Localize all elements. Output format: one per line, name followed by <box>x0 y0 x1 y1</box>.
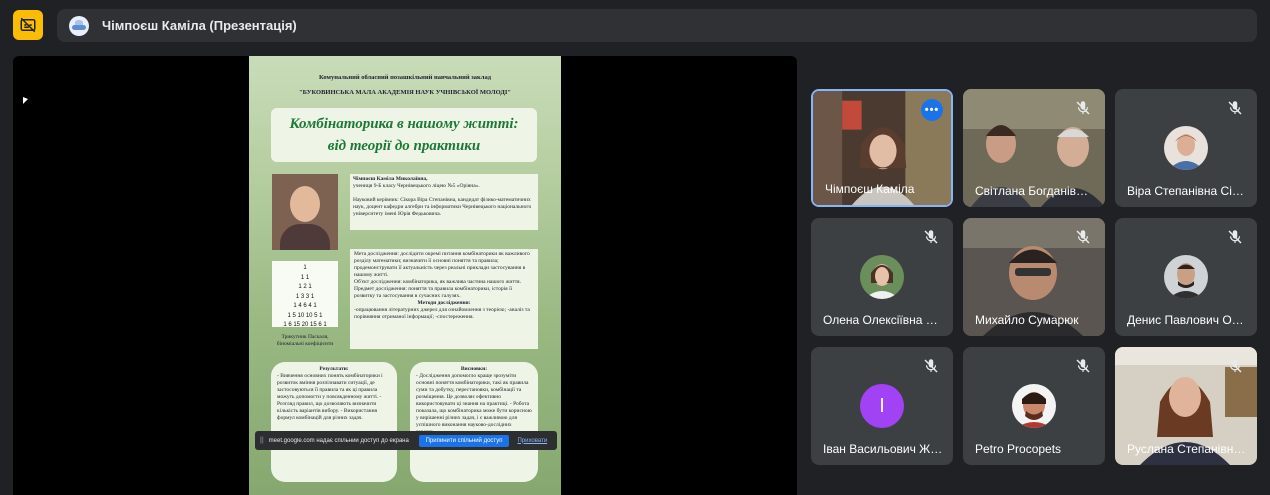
mic-off-icon <box>1228 359 1242 373</box>
results-heading: Результати: <box>319 366 349 372</box>
research-goal: Мета дослідження: дослідити окремі питан… <box>354 251 530 278</box>
mouse-cursor-icon <box>23 97 28 104</box>
participant-name: Михайло Сумарюк <box>975 313 1079 327</box>
participant-avatar <box>860 255 904 299</box>
presentation-title-bar: Чімпоєш Каміла (Презентація) <box>57 9 1257 42</box>
pascal-row: 1 6 15 20 15 6 1 <box>283 322 327 328</box>
hide-share-bar-link[interactable]: Приховати <box>517 438 547 444</box>
captions-off-button[interactable] <box>13 10 43 40</box>
slide-conclusions-box: Висновки: - Дослідження допомогло краще … <box>410 362 538 482</box>
mic-off-icon <box>1076 230 1090 244</box>
captions-off-icon <box>20 17 36 33</box>
participant-name: Petro Procopets <box>975 442 1062 456</box>
research-subject: Предмет дослідження: поняття та правила … <box>354 286 513 299</box>
slide-academy: "БУКОВИНСЬКА МАЛА АКАДЕМІЯ НАУК УЧНІВСЬК… <box>299 89 511 96</box>
shared-slide: Комунальний обласний позашкільний навчал… <box>249 56 561 495</box>
participant-tile[interactable]: І Іван Васильович Ж… <box>811 347 953 465</box>
top-bar: Чімпоєш Каміла (Презентація) <box>0 0 1270 50</box>
participant-avatar <box>1164 255 1208 299</box>
results-text: - Вивчення основних понять комбінаторики… <box>277 373 383 421</box>
participant-name: Руслана Степанівн… <box>1127 442 1246 456</box>
pascal-row: 1 2 1 <box>298 284 312 290</box>
participant-name: Чімпоєш Каміла <box>825 182 915 196</box>
pascal-caption: Трикутник Паскаля, біноміальні коефіцієн… <box>276 334 334 347</box>
mic-off-icon <box>924 359 938 373</box>
research-object: Об'єкт дослідження: комбінаторика, як ва… <box>354 279 521 285</box>
slide-school: Комунальний обласний позашкільний навчал… <box>319 74 491 81</box>
stop-sharing-button[interactable]: Припинити спільний доступ <box>418 434 510 447</box>
author-name: Чімпоєш Каміла Миколаївна, <box>353 176 428 182</box>
slide-author-box: Чімпоєш Каміла Миколаївна, учениця 9-Б к… <box>350 174 538 230</box>
pascal-row: 1 4 6 4 1 <box>293 303 317 309</box>
participant-avatar-letter: І <box>860 384 904 428</box>
participant-name: Світлана Богданів… <box>975 184 1088 198</box>
participant-tile[interactable]: Світлана Богданів… <box>963 89 1105 207</box>
participant-tile[interactable]: Віра Степанівна Сі… <box>1115 89 1257 207</box>
share-status-text: meet.google.com надає спільний доступ до… <box>268 437 409 444</box>
slide-title-box: Комбінаторика в нашому житті: від теорії… <box>271 108 537 162</box>
author-photo <box>272 174 338 250</box>
presentation-title: Чімпоєш Каміла (Презентація) <box>102 18 297 33</box>
screen-share-bar: || meet.google.com надає спільний доступ… <box>255 431 557 450</box>
mic-off-icon <box>1076 101 1090 115</box>
mic-off-icon <box>1228 230 1242 244</box>
author-info: учениця 9-Б класу Чернівецького ліцею №5… <box>353 183 480 189</box>
participant-tile[interactable]: ••• Чімпоєш Каміла <box>811 89 953 207</box>
pascal-triangle: 1 1 1 1 2 1 1 3 3 1 1 4 6 4 1 1 5 10 10 … <box>272 261 338 328</box>
methods-heading: Методи дослідження: <box>417 300 471 306</box>
presentation-stage: Комунальний обласний позашкільний навчал… <box>13 56 797 495</box>
slide-title-line-1: Комбінаторика в нашому житті: <box>289 116 519 132</box>
participant-tile[interactable]: Petro Procopets <box>963 347 1105 465</box>
slide-title-line-2: від теорії до практики <box>327 138 481 154</box>
participant-tile[interactable]: Руслана Степанівн… <box>1115 347 1257 465</box>
drag-handle-icon[interactable]: || <box>260 437 264 444</box>
participant-tile[interactable]: Денис Павлович О… <box>1115 218 1257 336</box>
participant-avatar <box>1012 384 1056 428</box>
slide-results-box: Результати: - Вивчення основних понять к… <box>271 362 397 482</box>
conclusions-text: - Дослідження допомогло краще зрозуміти … <box>416 373 532 435</box>
participant-avatar <box>1164 126 1208 170</box>
supervisor-info: Науковий керівник: Сікора Віра Степанівн… <box>353 197 532 217</box>
research-methods: -опрацювання літературних джерел для озн… <box>354 307 530 320</box>
participant-name: Віра Степанівна Сі… <box>1127 184 1244 198</box>
conclusions-heading: Висновки: <box>460 366 488 372</box>
mic-off-icon <box>924 230 938 244</box>
slide-goals-box: Мета дослідження: дослідити окремі питан… <box>350 249 538 349</box>
pascal-row: 1 <box>303 265 307 271</box>
mic-off-icon <box>1076 359 1090 373</box>
participant-name: Денис Павлович О… <box>1127 313 1244 327</box>
participant-tile[interactable]: Олена Олексіївна … <box>811 218 953 336</box>
presenter-avatar <box>69 15 89 36</box>
participant-name: Олена Олексіївна … <box>823 313 938 327</box>
pascal-row: 1 5 10 10 5 1 <box>287 312 323 319</box>
pascal-row: 1 3 3 1 <box>295 293 315 300</box>
mic-off-icon <box>1228 101 1242 115</box>
more-options-icon[interactable]: ••• <box>921 99 943 121</box>
participant-tile[interactable]: Михайло Сумарюк <box>963 218 1105 336</box>
pascal-row: 1 1 <box>300 274 310 281</box>
participant-name: Іван Васильович Ж… <box>823 442 943 456</box>
